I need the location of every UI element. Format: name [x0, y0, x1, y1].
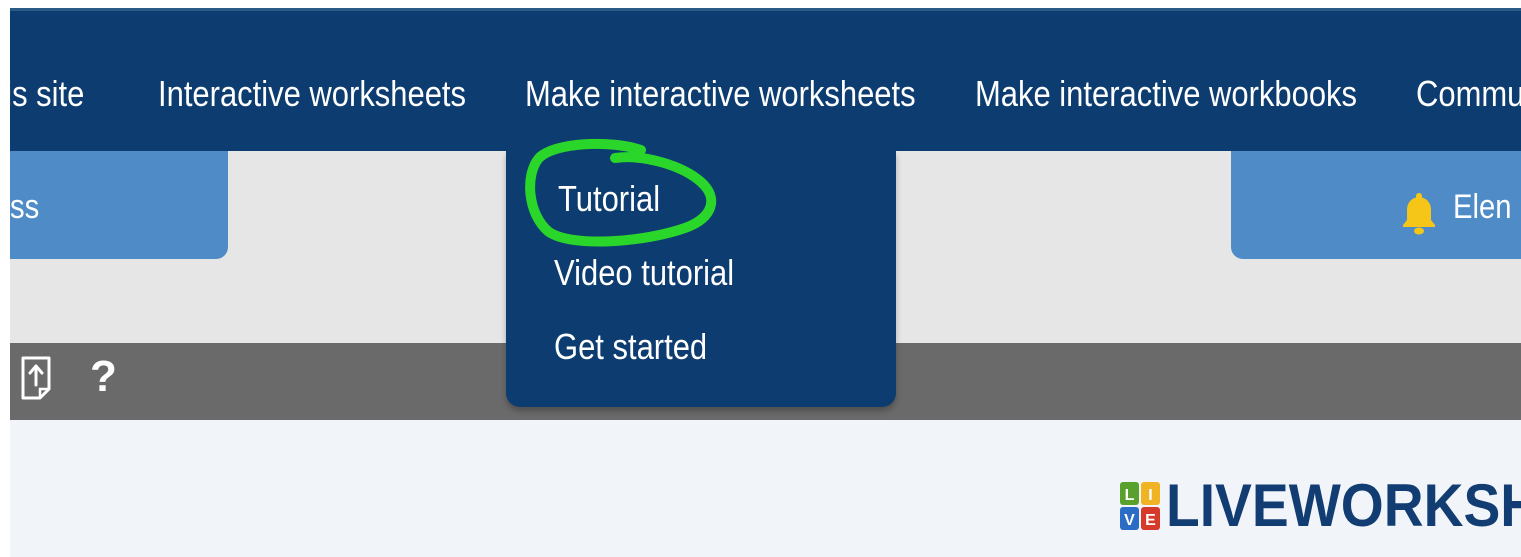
- user-name[interactable]: Elen: [1453, 187, 1512, 227]
- make-worksheets-dropdown: Tutorial Video tutorial Get started: [506, 151, 896, 407]
- left-tab[interactable]: ss: [10, 151, 228, 259]
- svg-text:E: E: [1145, 512, 1156, 529]
- svg-text:L: L: [1125, 487, 1135, 504]
- nav-item-interactive-worksheets[interactable]: Interactive worksheets: [158, 72, 466, 116]
- nav-item-community[interactable]: Commu: [1416, 72, 1521, 116]
- nav-item-make-interactive-worksheets[interactable]: Make interactive worksheets: [525, 72, 916, 116]
- upload-file-icon[interactable]: [20, 355, 52, 401]
- user-tab[interactable]: Elen: [1231, 151, 1521, 259]
- bell-icon[interactable]: [1401, 191, 1437, 235]
- page-frame: his site Interactive worksheets Make int…: [10, 8, 1521, 557]
- help-icon[interactable]: ?: [90, 351, 117, 403]
- nav-item-make-interactive-workbooks[interactable]: Make interactive workbooks: [975, 72, 1357, 116]
- svg-text:I: I: [1148, 487, 1152, 504]
- window-top-edge: [10, 8, 1521, 11]
- main-content: L I V E LIVEWORKSH: [10, 420, 1521, 557]
- dropdown-item-tutorial[interactable]: Tutorial: [558, 177, 660, 221]
- top-navigation: his site Interactive worksheets Make int…: [10, 8, 1521, 151]
- logo-wordmark: LIVEWORKSH: [1166, 472, 1521, 539]
- svg-text:V: V: [1124, 512, 1135, 529]
- left-tab-label: ss: [10, 188, 40, 226]
- nav-item-about-this-site[interactable]: his site: [10, 72, 84, 116]
- dropdown-item-get-started[interactable]: Get started: [554, 325, 707, 369]
- dropdown-item-video-tutorial[interactable]: Video tutorial: [554, 251, 734, 295]
- logo-mark-icon: L I V E: [1120, 482, 1160, 530]
